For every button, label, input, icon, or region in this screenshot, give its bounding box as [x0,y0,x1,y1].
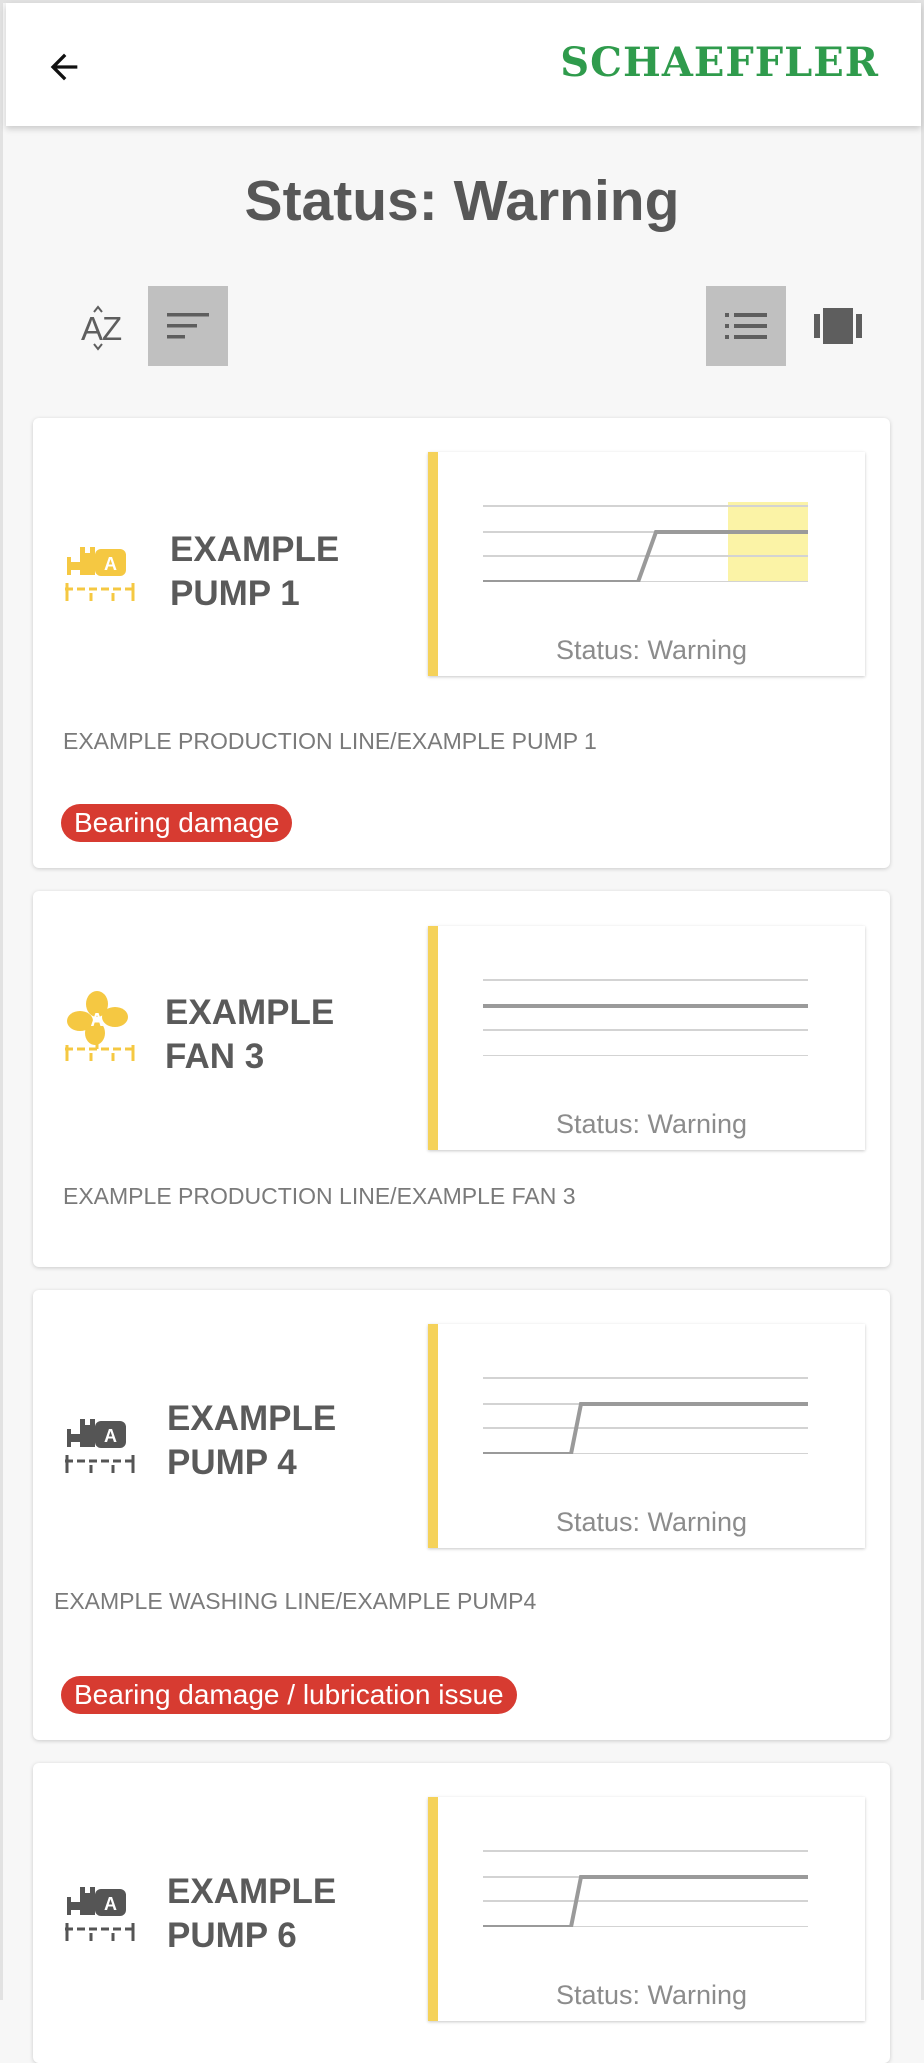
asset-path: EXAMPLE PRODUCTION LINE/EXAMPLE FAN 3 [63,1183,576,1209]
asset-card[interactable]: A EXAMPLE FAN 3 Status: Warning EXAMPLE … [33,891,890,1267]
pump-auto-icon: A [61,533,141,613]
trend-chart: Status: Warning [428,926,865,1150]
asset-name: EXAMPLE PUMP 6 [167,1872,337,1955]
list-view-icon [725,313,767,339]
sort-by-status-button[interactable] [148,286,228,366]
asset-name: EXAMPLE FAN 3 [165,993,335,1076]
asset-name: EXAMPLE PUMP 1 [170,530,340,613]
trend-status-label: Status: Warning [555,1507,748,1537]
trend-chart: Status: Warning [428,1797,865,2021]
svg-text:A: A [104,554,117,574]
svg-text:A: A [104,1426,117,1446]
card-carousel-icon [814,308,862,344]
svg-text:A: A [81,310,103,347]
sort-alphabetical-button[interactable]: A Z [57,286,137,366]
asset-name: EXAMPLE PUMP 4 [167,1399,337,1482]
asset-card[interactable]: A EXAMPLE PUMP 1 Status: Warning EXAMPLE… [33,418,890,868]
pump-auto-icon: A [61,1405,141,1485]
svg-text:A: A [91,1010,104,1030]
trend-status-label: Status: Warning [555,1980,748,2010]
fan-auto-icon: A [61,989,141,1069]
app-header: SCHAEFFLER [6,3,921,126]
arrow-left-icon [50,53,78,81]
list-view-button[interactable] [706,286,786,366]
back-button[interactable] [40,43,88,91]
trend-status-label: Status: Warning [555,635,748,665]
asset-path: EXAMPLE WASHING LINE/EXAMPLE PUMP4 [54,1588,537,1614]
trend-chart: Status: Warning [428,452,865,676]
svg-text:Z: Z [102,310,122,347]
pump-auto-icon: A [61,1873,141,1953]
card-view-button[interactable] [798,286,878,366]
issue-badge: Bearing damage [61,804,293,842]
trend-status-label: Status: Warning [555,1109,748,1139]
issue-badge: Bearing damage / lubrication issue [61,1676,517,1714]
sort-lines-icon [167,313,209,339]
asset-card[interactable]: A EXAMPLE PUMP 4 Status: Warning EXAMPLE… [33,1290,890,1740]
page-title: Status: Warning [244,169,680,233]
schaeffler-logo: SCHAEFFLER [560,39,879,86]
svg-text:A: A [104,1894,117,1914]
asset-path: EXAMPLE PRODUCTION LINE/EXAMPLE PUMP 1 [63,728,597,754]
sort-alphabetical-icon: A Z [81,305,122,351]
asset-card[interactable]: A EXAMPLE PUMP 6 Status: Warning [33,1763,890,2063]
trend-chart: Status: Warning [428,1324,865,1548]
